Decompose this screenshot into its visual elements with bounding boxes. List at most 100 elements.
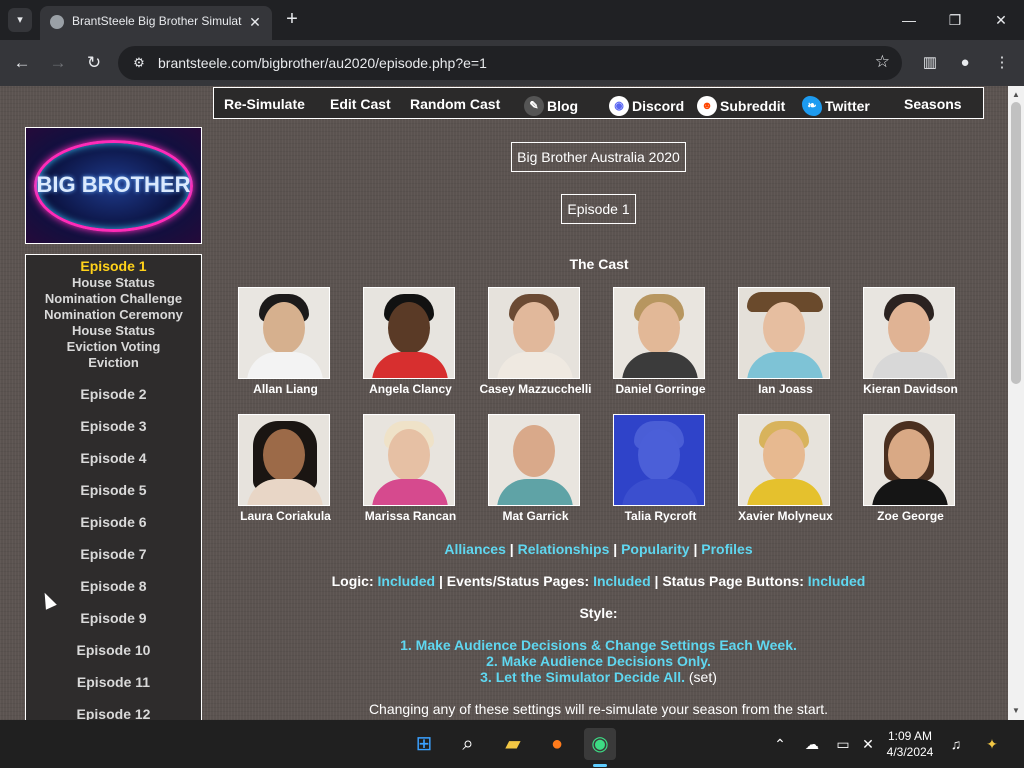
globe-icon — [50, 15, 64, 29]
style-option-1-link[interactable]: 1. Make Audience Decisions & Change Sett… — [400, 637, 797, 653]
sidebar-item-house-status-2[interactable]: House Status — [26, 323, 201, 338]
reddit-icon: ☻ — [697, 96, 717, 116]
cast-photo[interactable] — [488, 287, 580, 379]
profile-icon[interactable]: ● — [953, 51, 977, 75]
style-option-2: 2. Make Audience Decisions Only. — [213, 653, 984, 669]
new-tab-icon[interactable]: + — [282, 9, 302, 29]
site-info-icon[interactable]: ⚙ — [130, 54, 148, 72]
big-brother-logo[interactable]: BIG BROTHER — [25, 127, 202, 244]
cast-photo[interactable] — [738, 287, 830, 379]
sidebar-item-eviction-voting[interactable]: Eviction Voting — [26, 339, 201, 354]
forward-arrow-icon[interactable]: → — [46, 51, 70, 75]
windows-start-icon[interactable]: ⊞ — [408, 728, 440, 760]
logic-toggle-link[interactable]: Included — [378, 573, 436, 589]
sidebar-episode-6[interactable]: Episode 6 — [26, 514, 201, 530]
cast-photo[interactable] — [238, 414, 330, 506]
resimulate-link[interactable]: Re-Simulate — [224, 96, 305, 112]
cast-name: Zoe George — [877, 509, 944, 523]
reload-icon[interactable]: ↻ — [82, 51, 106, 75]
cast-photo[interactable] — [363, 414, 455, 506]
random-cast-link[interactable]: Random Cast — [410, 96, 500, 112]
cast-photo[interactable] — [363, 287, 455, 379]
tab-close-icon[interactable]: ✕ — [246, 13, 264, 31]
volume-muted-icon[interactable]: ✕ — [858, 734, 878, 754]
url-text[interactable]: brantsteele.com/bigbrother/au2020/episod… — [158, 55, 487, 71]
cast-photo[interactable] — [238, 287, 330, 379]
cast-name: Kieran Davidson — [863, 382, 958, 396]
cast-photo[interactable] — [863, 287, 955, 379]
sidebar-episode-2[interactable]: Episode 2 — [26, 386, 201, 402]
address-bar[interactable]: ⚙ brantsteele.com/bigbrother/au2020/epis… — [118, 46, 902, 80]
sidebar-episode-12[interactable]: Episode 12 — [26, 706, 201, 720]
network-icon[interactable]: ▭ — [833, 734, 853, 754]
notification-bell-icon[interactable]: ♫ — [946, 734, 966, 754]
separator: | — [509, 541, 514, 557]
scroll-down-arrow-icon[interactable]: ▼ — [1008, 704, 1024, 718]
blog-link[interactable]: ✎ Blog — [524, 96, 578, 116]
web-page: Re-Simulate Edit Cast Random Cast ✎ Blog… — [0, 86, 1008, 720]
cast-name: Mat Garrick — [502, 509, 569, 523]
sidebar-episode-4[interactable]: Episode 4 — [26, 450, 201, 466]
resimulate-warning: Changing any of these settings will re-s… — [368, 701, 829, 717]
page-scrollbar[interactable]: ▲ ▼ — [1008, 86, 1024, 720]
copilot-icon[interactable]: ✦ — [982, 734, 1002, 754]
sidebar-current-episode[interactable]: Episode 1 — [26, 258, 201, 274]
style-option-3-link[interactable]: 3. Let the Simulator Decide All. — [480, 669, 685, 685]
cast-photo[interactable] — [488, 414, 580, 506]
sidebar-item-nomination-challenge[interactable]: Nomination Challenge — [26, 291, 201, 306]
system-clock[interactable]: 1:09 AM 4/3/2024 — [880, 728, 940, 760]
cast-photo[interactable] — [863, 414, 955, 506]
firefox-icon[interactable]: ● — [541, 728, 573, 760]
back-arrow-icon[interactable]: ← — [10, 51, 34, 75]
discord-label: Discord — [632, 98, 685, 114]
cast-photo[interactable] — [738, 414, 830, 506]
twitter-link[interactable]: ❧ Twitter — [802, 96, 870, 116]
discord-link[interactable]: ◉ Discord — [609, 96, 684, 116]
style-option-3: 3. Let the Simulator Decide All. (set) — [213, 669, 984, 685]
scrollbar-thumb[interactable] — [1011, 102, 1021, 384]
tab-search-icon[interactable]: ▾ — [8, 8, 32, 32]
seasons-link[interactable]: Seasons — [904, 96, 962, 112]
alliances-link[interactable]: Alliances — [444, 541, 505, 557]
sidebar-episode-9[interactable]: Episode 9 — [26, 610, 201, 626]
sidebar-episode-8[interactable]: Episode 8 — [26, 578, 201, 594]
events-toggle-link[interactable]: Included — [593, 573, 651, 589]
subreddit-label: Subreddit — [720, 98, 786, 114]
file-explorer-icon[interactable]: ▰ — [497, 728, 529, 760]
sidebar-episode-7[interactable]: Episode 7 — [26, 546, 201, 562]
browser-tab[interactable]: BrantSteele Big Brother Simulat ✕ — [40, 6, 272, 40]
sidebar-item-nomination-ceremony[interactable]: Nomination Ceremony — [26, 307, 201, 322]
onedrive-cloud-icon[interactable]: ☁ — [802, 734, 822, 754]
scroll-up-arrow-icon[interactable]: ▲ — [1008, 88, 1024, 102]
sidebar-episode-10[interactable]: Episode 10 — [26, 642, 201, 658]
close-window-icon[interactable]: ✕ — [986, 8, 1016, 32]
style-label: Style: — [579, 605, 618, 621]
cast-photo-evicted[interactable] — [613, 414, 705, 506]
edit-cast-link[interactable]: Edit Cast — [330, 96, 391, 112]
sidebar-episode-3[interactable]: Episode 3 — [26, 418, 201, 434]
menu-kebab-icon[interactable]: ⋮ — [990, 51, 1014, 75]
sidebar-episode-5[interactable]: Episode 5 — [26, 482, 201, 498]
buttons-toggle-link[interactable]: Included — [808, 573, 866, 589]
subreddit-link[interactable]: ☻ Subreddit — [697, 96, 785, 116]
cast-name: Daniel Gorringe — [615, 382, 706, 396]
cast-name: Laura Coriakula — [240, 509, 331, 523]
style-option-2-link[interactable]: 2. Make Audience Decisions Only. — [486, 653, 711, 669]
active-app-indicator — [593, 764, 607, 767]
cast-name: Xavier Molyneux — [738, 509, 833, 523]
sidebar-episode-11[interactable]: Episode 11 — [26, 674, 201, 690]
bookmark-star-icon[interactable]: ☆ — [875, 52, 890, 72]
popularity-link[interactable]: Popularity — [621, 541, 689, 557]
search-icon[interactable]: ⌕ — [452, 728, 484, 760]
episode-sidebar: Episode 1 House Status Nomination Challe… — [25, 254, 202, 720]
cast-photo[interactable] — [613, 287, 705, 379]
profiles-link[interactable]: Profiles — [701, 541, 752, 557]
sidebar-item-eviction[interactable]: Eviction — [26, 355, 201, 370]
chevron-up-icon[interactable]: ⌃ — [770, 734, 790, 754]
restore-icon[interactable]: ❐ — [940, 8, 970, 32]
chrome-icon[interactable]: ◉ — [584, 728, 616, 760]
relationships-link[interactable]: Relationships — [518, 541, 610, 557]
sidebar-item-house-status[interactable]: House Status — [26, 275, 201, 290]
side-panel-icon[interactable]: ▥ — [918, 51, 942, 75]
minimize-icon[interactable]: — — [894, 8, 924, 32]
